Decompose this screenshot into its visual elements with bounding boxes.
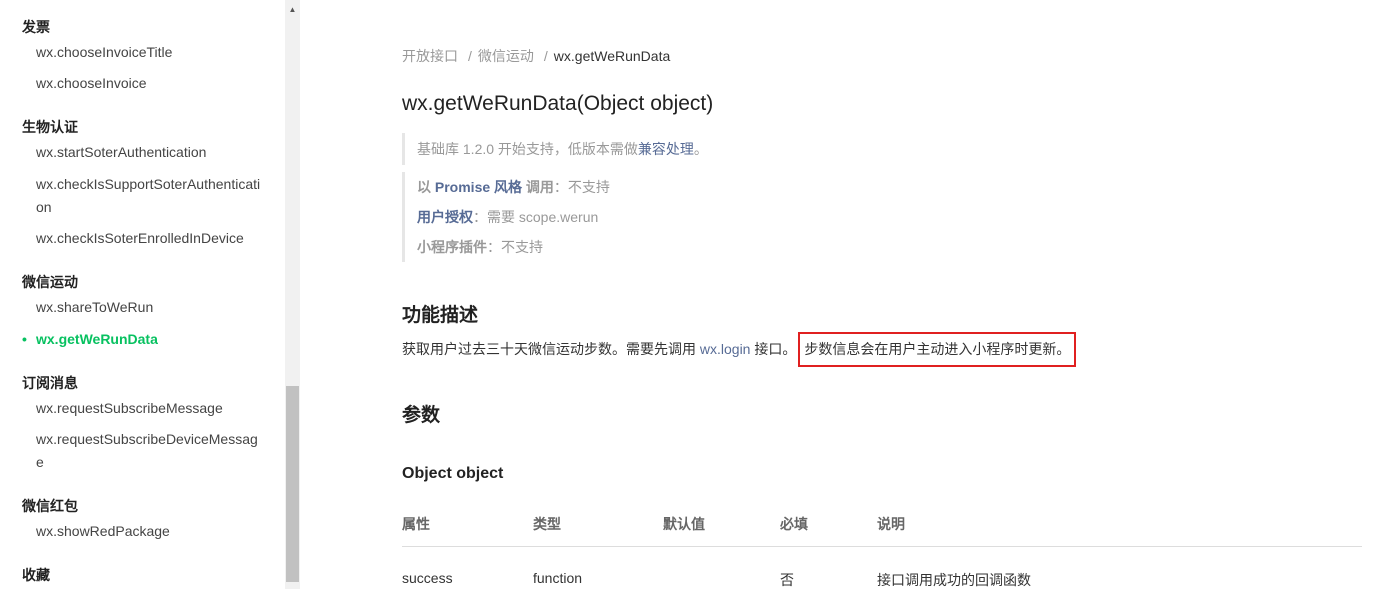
breadcrumb-separator: /	[543, 48, 548, 64]
breadcrumb-item-current: wx.getWeRunData	[553, 48, 671, 64]
promise-label-suffix: 调用	[522, 179, 554, 195]
promise-label-prefix: 以	[417, 179, 435, 195]
params-table-header: 属性 类型 默认值 必填 说明	[402, 514, 1362, 547]
user-auth-link[interactable]: 用户授权	[417, 209, 473, 225]
sidebar-item-request-subscribe-device-message[interactable]: wx.requestSubscribeDeviceMessage	[36, 428, 261, 474]
auth-value: ：需要 scope.werun	[473, 209, 599, 225]
section-title-params: 参数	[402, 405, 441, 426]
promise-style-link[interactable]: Promise 风格	[435, 179, 522, 195]
scroll-up-arrow-icon[interactable]: ▲	[285, 3, 300, 17]
support-note: 基础库 1.2.0 开始支持，低版本需做兼容处理。	[402, 133, 708, 165]
wx-login-link[interactable]: wx.login	[700, 341, 751, 357]
desc-text-after: 接口。	[750, 341, 797, 357]
group-title-biometric: 生物认证	[22, 119, 78, 135]
object-title: Object object	[402, 465, 504, 482]
highlighted-note: 步数信息会在用户主动进入小程序时更新。	[798, 332, 1077, 367]
group-title-subscribe: 订阅消息	[22, 375, 78, 391]
sidebar-item-choose-invoice-title[interactable]: wx.chooseInvoiceTitle	[36, 41, 261, 64]
header-cell-property: 属性	[402, 516, 430, 532]
sidebar-item-get-werun-data[interactable]: wx.getWeRunData	[22, 328, 261, 351]
sidebar-item-check-is-soter-enrolled[interactable]: wx.checkIsSoterEnrolledInDevice	[36, 227, 261, 250]
group-title-invoice: 发票	[22, 19, 50, 35]
compat-link[interactable]: 兼容处理	[638, 141, 694, 157]
breadcrumb: 开放接口 / 微信运动 / wx.getWeRunData	[402, 46, 670, 66]
plugin-row: 小程序插件：不支持	[417, 232, 610, 262]
header-cell-type: 类型	[533, 516, 561, 532]
page-title: wx.getWeRunData(Object object)	[402, 92, 714, 115]
breadcrumb-item-werun[interactable]: 微信运动	[478, 48, 534, 64]
header-cell-default: 默认值	[663, 516, 705, 532]
header-cell-required: 必填	[780, 516, 808, 532]
cell-type: function	[533, 570, 583, 586]
header-cell-description: 说明	[877, 516, 905, 532]
cell-required: 否	[780, 572, 794, 588]
section-title-description: 功能描述	[402, 305, 479, 326]
sidebar-nav: 发票 wx.chooseInvoiceTitle wx.chooseInvoic…	[0, 0, 285, 589]
plugin-value: ：不支持	[487, 239, 543, 255]
sidebar-item-check-is-support-soter-authentication[interactable]: wx.checkIsSupportSoterAuthentication	[36, 173, 261, 219]
breadcrumb-item-open-api[interactable]: 开放接口	[402, 48, 458, 64]
cell-property: success	[402, 570, 453, 586]
auth-row: 用户授权：需要 scope.werun	[417, 202, 610, 232]
sidebar-scrollbar[interactable]: ▲	[285, 0, 300, 589]
desc-text-before: 获取用户过去三十天微信运动步数。需要先调用	[402, 341, 700, 357]
promise-value: ：不支持	[553, 179, 610, 195]
group-title-favorites: 收藏	[22, 567, 50, 583]
table-row: success function 否 接口调用成功的回调函数	[402, 570, 1362, 589]
sidebar-item-start-soter-authentication[interactable]: wx.startSoterAuthentication	[36, 141, 261, 164]
group-title-red-package: 微信红包	[22, 498, 78, 514]
sidebar-item-show-red-package[interactable]: wx.showRedPackage	[36, 520, 261, 543]
support-note-suffix: 。	[693, 141, 708, 157]
scrollbar-thumb[interactable]	[286, 386, 299, 582]
breadcrumb-separator: /	[468, 48, 472, 64]
main-content	[300, 0, 1382, 589]
sidebar-item-request-subscribe-message[interactable]: wx.requestSubscribeMessage	[36, 397, 261, 420]
group-title-werun: 微信运动	[22, 274, 78, 290]
meta-notes: 以 Promise 风格 调用：不支持 用户授权：需要 scope.werun …	[402, 172, 610, 262]
sidebar-item-share-to-werun[interactable]: wx.shareToWeRun	[36, 296, 261, 319]
promise-row: 以 Promise 风格 调用：不支持	[417, 172, 610, 202]
cell-description: 接口调用成功的回调函数	[877, 572, 1031, 588]
sidebar-item-choose-invoice[interactable]: wx.chooseInvoice	[36, 72, 261, 95]
support-note-prefix: 基础库 1.2.0 开始支持，低版本需做	[417, 141, 638, 157]
description-text: 获取用户过去三十天微信运动步数。需要先调用 wx.login 接口。 步数信息会在…	[402, 332, 1077, 367]
plugin-label: 小程序插件	[417, 239, 487, 255]
